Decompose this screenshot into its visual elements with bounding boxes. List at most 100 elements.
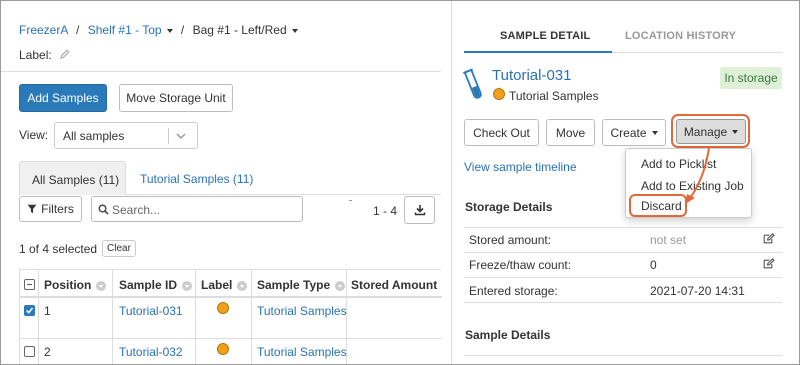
view-select[interactable]: All samples	[54, 122, 198, 149]
menu-item-discard[interactable]: Discard	[641, 199, 682, 213]
storage-divider	[464, 277, 782, 278]
storage-divider	[464, 227, 782, 228]
sample-details-divider	[464, 355, 782, 356]
cell-sample-id[interactable]: Tutorial-031	[119, 304, 183, 318]
column-header-stored-amount[interactable]: Stored Amount	[351, 278, 437, 292]
filter-icon	[27, 204, 37, 214]
view-label: View:	[19, 128, 49, 142]
storage-label: Freeze/thaw count:	[469, 258, 572, 272]
test-tube-icon	[463, 68, 482, 99]
label-field-label: Label:	[19, 48, 52, 62]
view-select-value: All samples	[63, 129, 125, 143]
sort-icon[interactable]	[182, 280, 193, 291]
search-placeholder: Search...	[112, 203, 161, 217]
table-header: Position Sample ID Label Sample Type Sto…	[20, 270, 442, 364]
add-samples-button[interactable]: Add Samples	[19, 84, 107, 112]
storage-details-title: Storage Details	[465, 200, 553, 214]
divider	[1, 71, 441, 72]
column-header-label: Label	[201, 278, 233, 292]
storage-value: 2021-07-20 14:31	[650, 284, 745, 298]
download-button[interactable]	[404, 196, 435, 224]
sort-icon[interactable]	[335, 280, 346, 291]
sample-name[interactable]: Tutorial-031	[492, 67, 571, 84]
column-header-sample-id[interactable]: Sample ID	[119, 278, 193, 292]
label-color-dot	[217, 343, 229, 355]
sort-icon[interactable]	[237, 280, 248, 291]
manage-button[interactable]: Manage	[676, 119, 746, 144]
column-header-label: Sample Type	[257, 278, 331, 292]
detail-tabs-divider	[612, 52, 782, 53]
search-input[interactable]: Search...	[91, 196, 303, 222]
move-button[interactable]: Move	[546, 119, 595, 146]
selection-status: 1 of 4 selected	[19, 242, 98, 256]
create-button-label: Create	[610, 125, 647, 140]
create-button[interactable]: Create	[602, 119, 666, 146]
breadcrumb-bag: Bag #1 - Left/Red	[192, 23, 287, 37]
annotation-arrow	[685, 147, 710, 204]
table-row[interactable]: 2 Tutorial-032 Tutorial Samples	[20, 340, 442, 364]
tab-all-samples[interactable]: All Samples (11)	[19, 161, 126, 195]
check-out-button[interactable]: Check Out	[464, 119, 539, 146]
breadcrumb-shelf[interactable]: Shelf #1 - Top	[88, 23, 162, 37]
pencil-icon[interactable]	[59, 48, 71, 60]
edit-icon[interactable]	[763, 233, 775, 244]
caret-down-icon[interactable]	[166, 28, 173, 33]
tab-location-history[interactable]: LOCATION HISTORY	[625, 30, 736, 42]
select-all-checkbox[interactable]	[24, 279, 35, 290]
panel-divider	[451, 1, 452, 364]
column-header-position[interactable]: Position	[44, 278, 107, 292]
row-checkbox[interactable]	[24, 305, 35, 316]
storage-value: 0	[650, 258, 657, 272]
paging-status: 1 - 4	[373, 204, 398, 218]
breadcrumb-freezer[interactable]: FreezerA	[19, 23, 68, 37]
cell-position: 2	[44, 345, 51, 359]
filters-button[interactable]: Filters	[19, 196, 82, 222]
clear-selection-button[interactable]: Clear	[102, 240, 136, 257]
cell-sample-id[interactable]: Tutorial-032	[119, 345, 183, 359]
sample-timeline-link[interactable]: View sample timeline	[464, 160, 577, 174]
move-storage-unit-button[interactable]: Move Storage Unit	[119, 84, 233, 112]
cell-sample-type[interactable]: Tutorial Samples	[257, 345, 347, 359]
table-row[interactable]: 1 Tutorial-031 Tutorial Samples	[20, 299, 442, 339]
tab-label: All Samples (11)	[32, 173, 120, 187]
label-color-dot	[217, 302, 229, 314]
column-header-label: Sample ID	[119, 278, 178, 292]
column-header-label-col[interactable]: Label	[201, 278, 248, 292]
breadcrumb-separator: /	[76, 23, 80, 37]
storage-label: Entered storage:	[469, 284, 558, 298]
column-header-label: Position	[44, 278, 92, 292]
sample-type: Tutorial Samples	[509, 89, 599, 103]
breadcrumb: FreezerA / Shelf #1 - Top / Bag #1 - Lef…	[19, 23, 298, 37]
column-header-sample-type[interactable]: Sample Type	[257, 278, 346, 292]
storage-divider	[464, 302, 782, 303]
tab-tutorial-samples[interactable]: Tutorial Samples (11)	[131, 161, 261, 195]
caret-down-icon	[651, 130, 658, 135]
cell-sample-type[interactable]: Tutorial Samples	[257, 304, 347, 318]
paging-marker	[349, 200, 352, 201]
storage-value: not set	[650, 233, 687, 247]
sample-type-dot	[493, 88, 505, 100]
edit-icon[interactable]	[763, 258, 775, 269]
filters-label: Filters	[41, 202, 74, 216]
search-icon	[98, 204, 109, 215]
label-field: Label:	[19, 48, 71, 62]
checkmark-icon	[25, 307, 34, 314]
cell-position: 1	[44, 304, 51, 318]
storage-divider	[464, 252, 782, 253]
breadcrumb-separator: /	[180, 23, 185, 37]
download-icon	[414, 205, 425, 216]
sample-details-title: Sample Details	[465, 328, 551, 342]
chevron-down-icon[interactable]	[176, 133, 186, 140]
active-tab-indicator	[464, 51, 612, 53]
sort-icon[interactable]	[96, 280, 107, 291]
row-checkbox[interactable]	[24, 346, 35, 357]
tab-label: Tutorial Samples (11)	[140, 172, 254, 186]
status-badge: In storage	[720, 67, 782, 89]
tab-sample-detail[interactable]: SAMPLE DETAIL	[500, 30, 590, 42]
select-divider	[168, 128, 169, 144]
tabs-divider	[126, 194, 441, 195]
storage-label: Stored amount:	[469, 233, 552, 247]
manage-button-label: Manage	[683, 124, 728, 139]
caret-down-icon[interactable]	[291, 28, 298, 33]
storage-view: FreezerA / Shelf #1 - Top / Bag #1 - Lef…	[0, 0, 800, 365]
